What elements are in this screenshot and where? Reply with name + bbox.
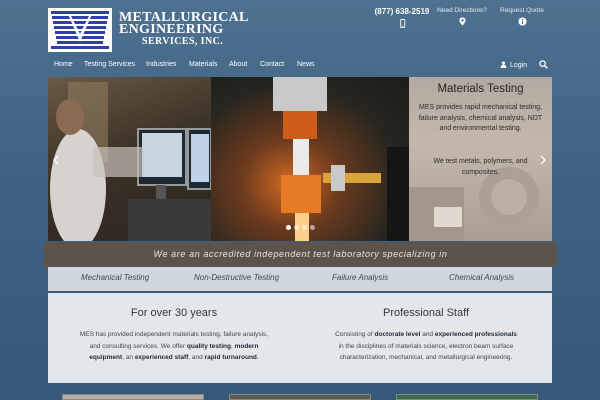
slider-dots bbox=[286, 225, 316, 231]
service-mechanical-testing[interactable]: Mechanical Testing bbox=[81, 273, 149, 282]
slide-title: Materials Testing bbox=[437, 83, 524, 95]
slide-caption: Materials Testing MES provides rapid mec… bbox=[409, 77, 552, 241]
brand-line-2: ENGINEERING bbox=[119, 22, 224, 37]
slide-dot-4[interactable] bbox=[310, 225, 315, 230]
chevron-right-icon[interactable] bbox=[539, 155, 547, 165]
slide-dot-3[interactable] bbox=[302, 225, 307, 230]
experienced-staff-bold: experienced staff bbox=[134, 354, 189, 362]
directions-link[interactable]: Need Directions? bbox=[432, 7, 492, 26]
doctorate-bold: doctorate level bbox=[374, 331, 421, 338]
nav-about[interactable]: About bbox=[229, 61, 247, 68]
thumbnail-1[interactable] bbox=[62, 394, 204, 400]
chevron-left-icon[interactable] bbox=[52, 155, 60, 165]
test-fixture-illustration bbox=[273, 77, 409, 241]
lab-technician-photo bbox=[48, 77, 212, 241]
slide-materials-text: We test metals, polymers, and composites… bbox=[433, 158, 528, 176]
experience-line-3a: , an bbox=[122, 354, 135, 362]
banner-text: We are an accredited independent test la… bbox=[153, 249, 448, 259]
modern-bold: modern bbox=[234, 342, 259, 350]
slide-description: MES provides rapid mechanical testing, f… bbox=[418, 104, 543, 133]
user-icon bbox=[500, 61, 507, 68]
hero-slider[interactable]: Materials Testing MES provides rapid mec… bbox=[48, 77, 552, 241]
main-nav: Home Testing Services Industries Materia… bbox=[48, 58, 555, 74]
phone-icon bbox=[399, 19, 405, 28]
experience-line-3c: . bbox=[256, 354, 259, 362]
map-pin-icon bbox=[458, 17, 466, 26]
phone-number: (877) 638-2519 bbox=[374, 7, 430, 16]
accreditation-banner: We are an accredited independent test la… bbox=[44, 242, 557, 267]
login-label: Login bbox=[510, 62, 528, 69]
staff-line-1a: Consisting of bbox=[335, 331, 375, 338]
staff-text: Consisting of doctorate level and experi… bbox=[306, 329, 546, 364]
login-link[interactable]: Login bbox=[500, 61, 527, 69]
rapid-turnaround-bold: rapid turnaround bbox=[204, 354, 257, 362]
quote-link[interactable]: Request Quote bbox=[492, 7, 552, 26]
staff-line-3: characterization, mechanical, and metall… bbox=[339, 354, 513, 362]
thumbnail-3[interactable] bbox=[396, 394, 538, 400]
service-ndt[interactable]: Non-Destructive Testing bbox=[194, 273, 279, 282]
phone-link[interactable]: (877) 638-2519 bbox=[370, 7, 434, 28]
experience-line-2a: and consulting services. We offer bbox=[89, 342, 187, 350]
brand-line-3: SERVICES, INC. bbox=[142, 36, 224, 47]
experience-text: MES has provided independent materials t… bbox=[54, 329, 294, 364]
experienced-professionals-bold: experienced professionals bbox=[434, 331, 517, 338]
quality-testing-bold: quality testing bbox=[186, 342, 231, 350]
equipment-bold: equipment bbox=[89, 354, 123, 362]
experience-line-3b: , and bbox=[188, 354, 205, 362]
nav-industries[interactable]: Industries bbox=[146, 61, 176, 68]
nav-home[interactable]: Home bbox=[54, 61, 73, 68]
company-logo[interactable] bbox=[48, 8, 112, 52]
about-section: For over 30 years MES has provided indep… bbox=[48, 293, 552, 383]
experience-line-1: MES has provided independent materials t… bbox=[79, 331, 269, 338]
directions-label: Need Directions? bbox=[437, 7, 487, 14]
nav-news[interactable]: News bbox=[297, 61, 315, 68]
site-header: METALLURGICAL ENGINEERING SERVICES, INC.… bbox=[0, 0, 600, 56]
experience-heading: For over 30 years bbox=[130, 307, 218, 319]
brand-name[interactable]: METALLURGICAL ENGINEERING SERVICES, INC. bbox=[119, 11, 249, 48]
nav-contact[interactable]: Contact bbox=[260, 61, 284, 68]
search-icon[interactable] bbox=[539, 60, 548, 69]
services-bar: Mechanical Testing Non-Destructive Testi… bbox=[48, 267, 552, 291]
service-failure-analysis[interactable]: Failure Analysis bbox=[332, 273, 388, 282]
nav-materials[interactable]: Materials bbox=[189, 61, 217, 68]
slide-dot-2[interactable] bbox=[294, 225, 299, 230]
quote-label: Request Quote bbox=[500, 7, 544, 14]
staff-line-1b: and bbox=[420, 331, 435, 338]
lab-scene-illustration bbox=[50, 82, 212, 241]
nav-testing-services[interactable]: Testing Services bbox=[84, 61, 135, 68]
slide-dot-1[interactable] bbox=[286, 225, 291, 230]
thumbnail-2[interactable] bbox=[229, 394, 371, 400]
tensile-test-photo bbox=[211, 77, 409, 241]
staff-heading: Professional Staff bbox=[382, 307, 469, 319]
service-chemical-analysis[interactable]: Chemical Analysis bbox=[449, 273, 514, 282]
info-icon bbox=[517, 17, 527, 26]
staff-line-2: in the disciplines of materials science,… bbox=[338, 342, 514, 350]
